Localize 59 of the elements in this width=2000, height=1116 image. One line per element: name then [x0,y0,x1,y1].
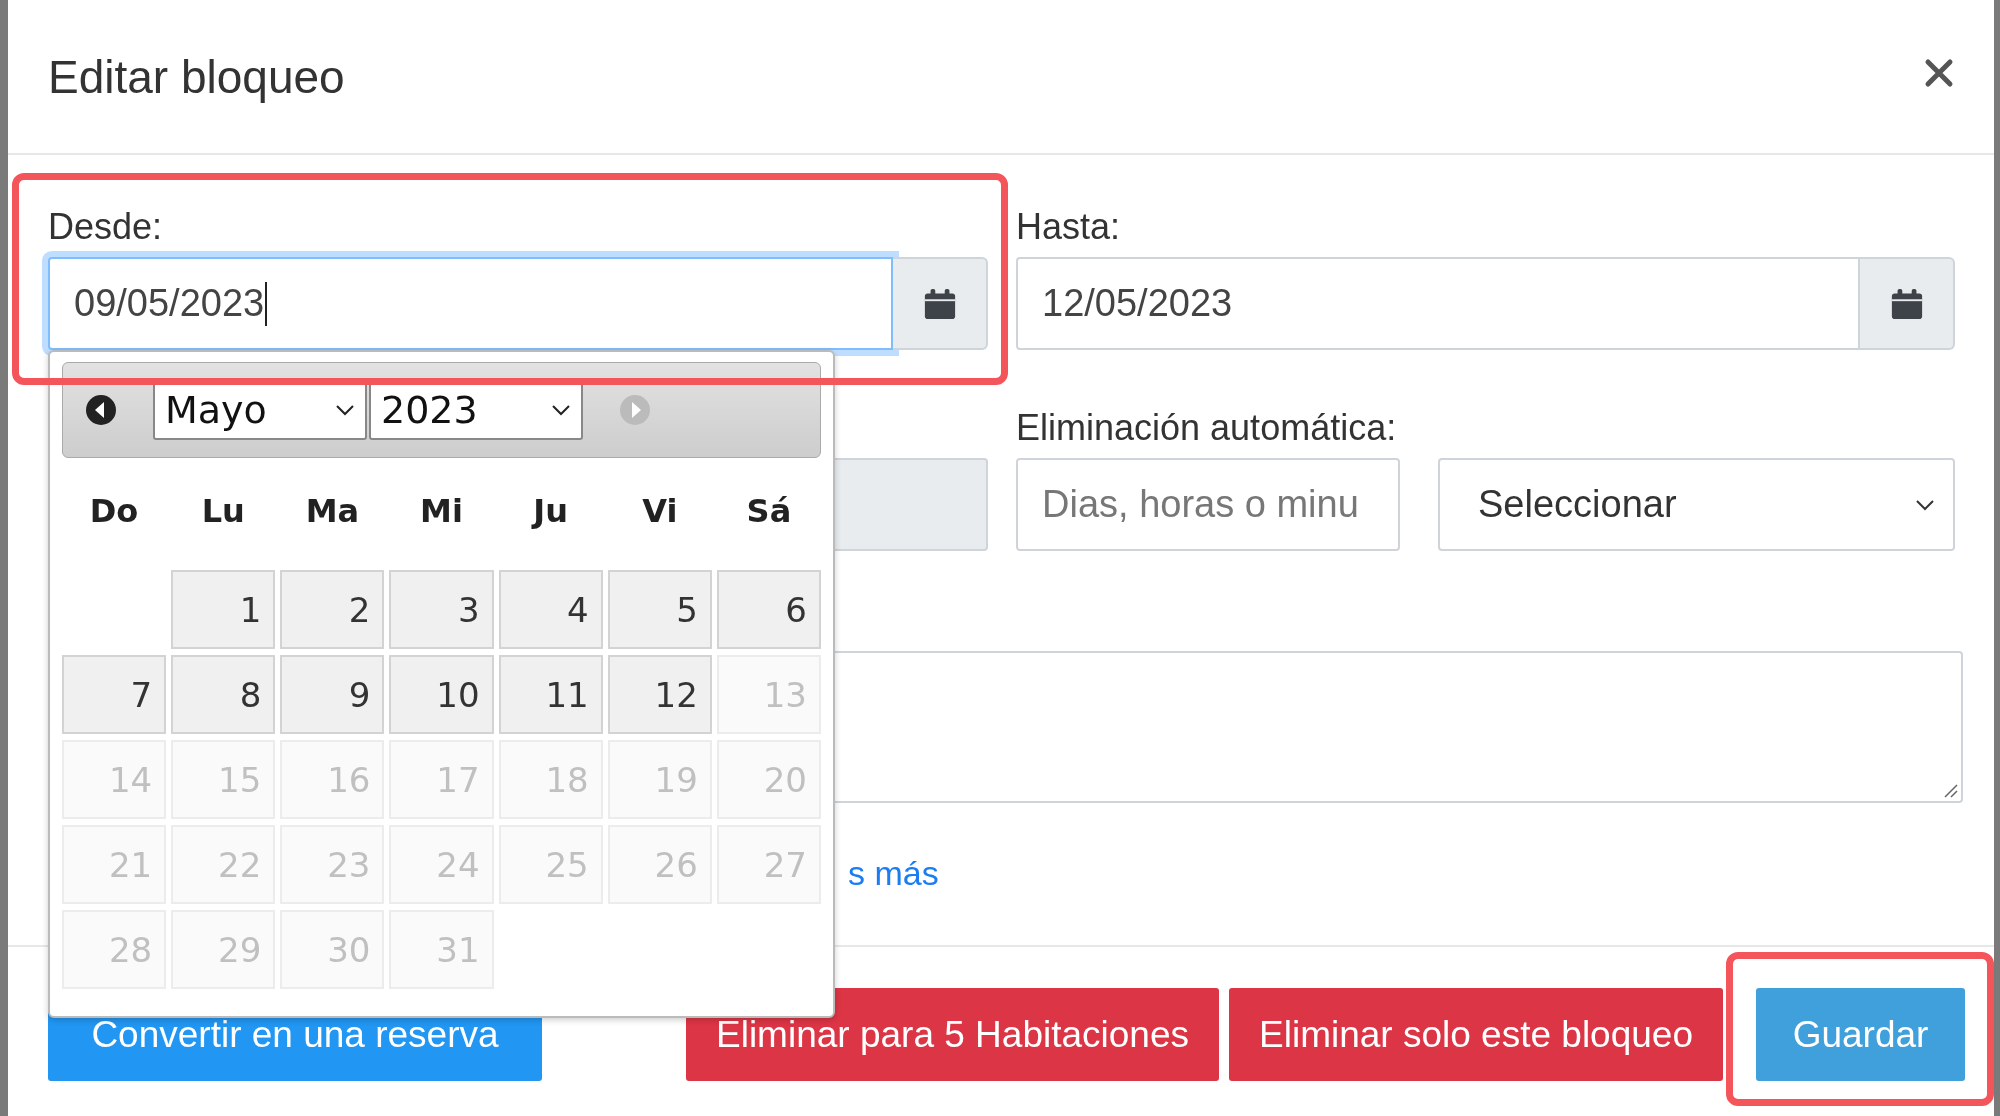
action-button[interactable]: Eliminar solo este bloqueo [1229,988,1723,1081]
day-cell[interactable]: 5 [607,570,712,649]
chevron-down-icon [1915,498,1935,511]
field-label: Hasta: [1016,205,1122,249]
duration-field[interactable]: Dias, horas o minu [1016,458,1400,551]
day-cell[interactable]: 9 [280,655,385,734]
day-cell: 27 [716,825,821,904]
day-cell: 25 [498,825,603,904]
weekday-label: Ma [304,491,361,532]
weekday-label: Mi [419,491,464,532]
day-cell[interactable]: 6 [716,570,821,649]
close-icon[interactable] [1924,57,1954,88]
calendar-icon [1889,286,1924,321]
day-cell: 29 [171,910,276,989]
calendar-icon [922,286,957,321]
chevron-down-icon [551,404,571,416]
day-cell[interactable]: 11 [498,655,603,734]
day-cell[interactable]: 2 [280,570,385,649]
day-cell: 16 [280,740,385,819]
day-cell[interactable]: 12 [607,655,712,734]
day-cell: 31 [389,910,494,989]
unit-select[interactable]: Seleccionar [1438,458,1955,551]
day-cell[interactable]: 4 [498,570,603,649]
day-cell: 30 [280,910,385,989]
day-cell: 26 [607,825,712,904]
day-cell[interactable]: 8 [171,655,276,734]
date-field[interactable]: 12/05/2023 [1016,257,1860,350]
more-link[interactable]: s más [848,853,939,893]
weekday-label: Ju [530,491,569,532]
day-cell: 14 [62,740,167,819]
day-cell: 18 [498,740,603,819]
previous-month-icon[interactable] [85,394,117,426]
dialog-title: Editar bloqueo [48,49,345,104]
field-label: Desde: [48,205,164,249]
weekday-label: Sá [745,491,793,532]
day-cell: 15 [171,740,276,819]
day-cell[interactable]: 10 [389,655,494,734]
calendar-button[interactable] [893,257,988,350]
field-label: Eliminación automática: [1016,406,1398,450]
day-cell[interactable]: 1 [171,570,276,649]
weekday-label: Lu [200,491,246,532]
day-cell: 19 [607,740,712,819]
action-button[interactable]: Eliminar para 5 Habitaciones [686,988,1219,1081]
weekday-label: Vi [641,491,679,532]
day-cell: 28 [62,910,167,989]
day-cell: 23 [280,825,385,904]
day-cell: 17 [389,740,494,819]
calendar-button[interactable] [1860,257,1955,350]
resize-grip-icon[interactable] [1944,784,1958,798]
day-cell[interactable]: 7 [62,655,167,734]
day-cell: 20 [716,740,821,819]
day-cell: 24 [389,825,494,904]
day-cell[interactable]: 3 [389,570,494,649]
day-cell: 22 [171,825,276,904]
weekday-label: Do [88,491,140,532]
chevron-down-icon [335,404,355,416]
day-cell: 13 [716,655,821,734]
day-cell: 21 [62,825,167,904]
date-field[interactable]: 09/05/2023 [48,257,893,350]
